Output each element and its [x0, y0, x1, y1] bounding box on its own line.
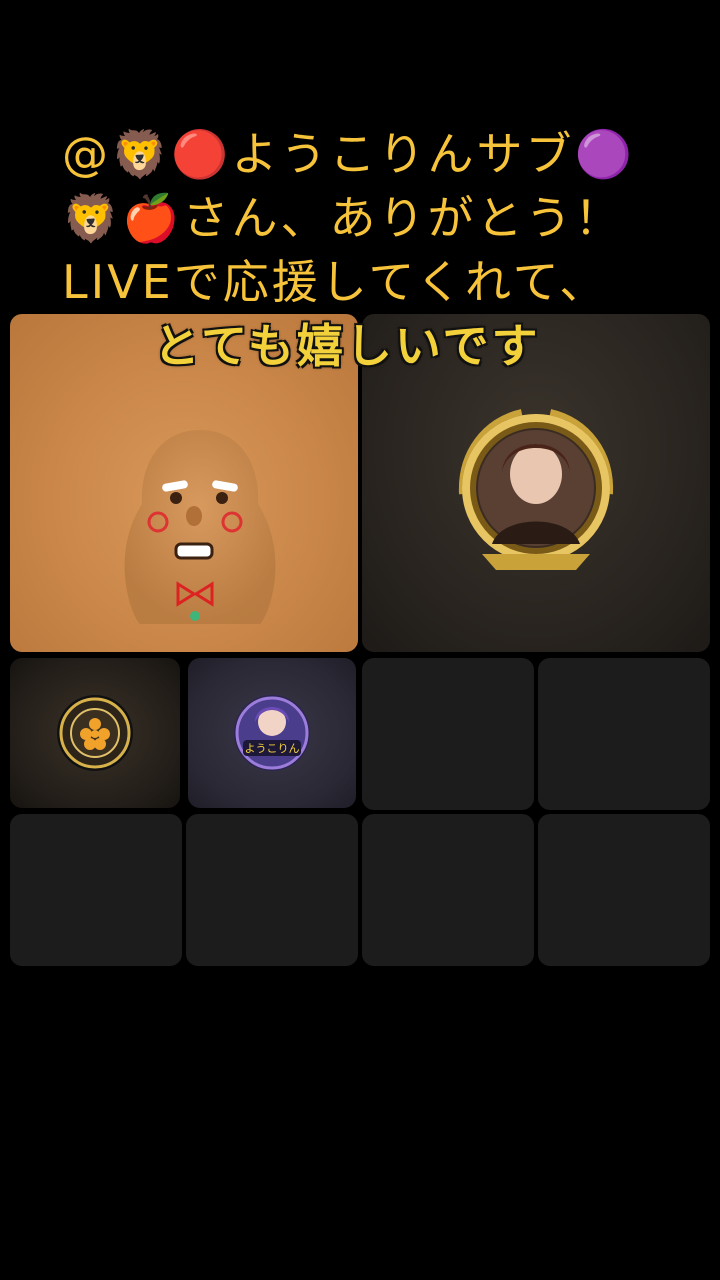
guest-tile-4[interactable]: ようこりん [188, 658, 356, 808]
guest-tile-5-empty[interactable] [362, 658, 534, 810]
badge-text: ようこりん [245, 742, 300, 755]
guest-tile-7-empty[interactable] [10, 814, 182, 966]
caption-line-3: LIVEで応援してくれて、 [62, 255, 609, 309]
anime-girl-badge-avatar: ようこりん [234, 695, 310, 771]
gold-frame-portrait-avatar [458, 409, 614, 570]
gingerbread-avatar [124, 430, 276, 624]
live-caption: @🦁🔴ようこりんサブ🟣 🦁🍎さん、ありがとう！ LIVEで応援してくれて、 とて… [62, 122, 682, 378]
guest-tile-9-empty[interactable] [362, 814, 534, 966]
caption-line-1: @🦁🔴ようこりんサブ🟣 [62, 127, 635, 181]
guest-tile-10-empty[interactable] [538, 814, 710, 966]
dragon-ball-badge-avatar [57, 695, 133, 771]
guest-tile-6-empty[interactable] [538, 658, 710, 810]
guest-tile-3[interactable] [10, 658, 180, 808]
caption-line-4: とても嬉しいです [153, 319, 541, 373]
guest-tile-8-empty[interactable] [186, 814, 358, 966]
caption-line-2: 🦁🍎さん、ありがとう！ [62, 191, 624, 245]
